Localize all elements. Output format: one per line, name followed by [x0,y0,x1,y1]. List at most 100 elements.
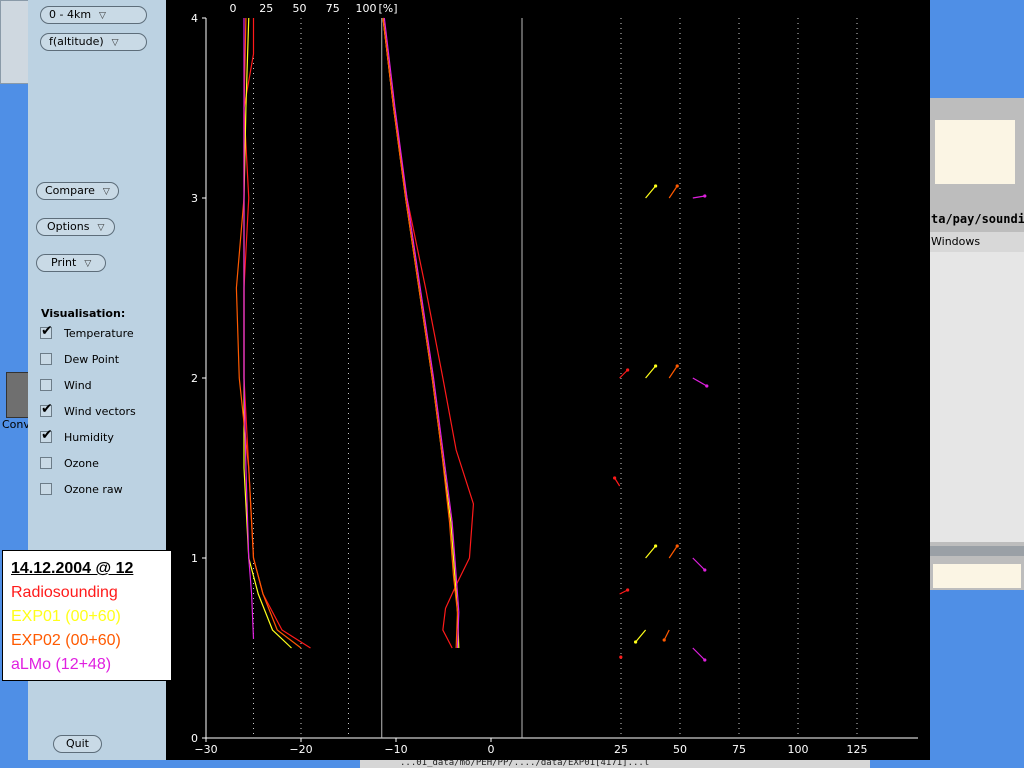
checkbox-box[interactable] [40,353,52,365]
humidity-tick-label: 50 [293,2,307,15]
checkbox-box[interactable]: ✔ [40,401,53,417]
wind-tick-label: 50 [673,743,687,756]
range-select[interactable]: 0 - 4km ▽ [40,6,147,24]
wind-vector-1-3 [645,185,657,199]
checkbox-ozone-raw[interactable]: Ozone raw [40,483,123,496]
compare-button[interactable]: Compare ▽ [36,182,119,200]
wind-vector-3-0 [692,647,706,661]
sounding-chart: 01234−30 −20 −10 00 25 50 75 100 [%]25 50 75 100 125 [191,2,918,756]
yaxis-select-value: f(altitude) [49,35,104,48]
wind-vector-2-1 [668,545,678,559]
background-window-topleft [0,0,30,84]
wind-vector-head-3-3 [703,194,707,198]
checkbox-box[interactable] [40,457,52,469]
humidity-tick-label: 25 [259,2,273,15]
checkbox-label: Dew Point [64,353,120,366]
yaxis-select[interactable]: f(altitude) ▽ [40,33,147,51]
checkbox-label: Ozone raw [64,483,123,496]
checkbox-box[interactable]: ✔ [40,323,53,339]
options-button[interactable]: Options ▽ [36,218,116,236]
background-window-scrollbar[interactable] [929,546,1024,556]
legend-entry-radiosounding: Radiosounding [11,584,118,601]
wind-vector-head-0-2 [613,476,617,480]
wind-tick-label: 125 [847,743,868,756]
wind-vector-2-2 [668,365,678,379]
plot-area: 0 1 2 3 4 −30 −20 −10 0 0 25 50 75 100 [%] 25 50 75 100 125 [166,0,928,760]
wind-vector-3-1 [692,557,706,571]
legend-entry-almo: aLMo (12+48) [11,656,112,673]
background-window-path: ta/pay/soundir [931,212,1024,226]
chevron-down-icon: ▽ [102,187,110,197]
legend-entry-exp02: EXP02 (00+60) [11,632,121,649]
legend: 14.12.2004 @ 12 Radiosounding EXP01 (00+… [2,550,172,681]
checkbox-label: Wind [64,379,92,392]
humidity-tick-label: 100 [356,2,377,15]
humidity-tick-label: 75 [326,2,340,15]
temperature-line-1 [243,17,292,649]
check-icon: ✔ [41,401,53,417]
y-tick-label: 4 [191,12,198,25]
background-window-field [933,564,1021,588]
wind-vector-head-1-0 [634,640,638,644]
wind-vector-head-3-0 [703,658,707,662]
wind-vector-1-2 [645,365,657,379]
wind-vector-head-0-3 [626,368,630,372]
wind-vector-head-0-0 [619,655,623,659]
background-window-menu[interactable]: Windows [929,232,1024,252]
checkbox-temperature[interactable]: ✔ Temperature [40,323,134,340]
compare-label: Compare [45,184,95,197]
temp-tick-label: −30 [194,743,217,756]
background-window-content [935,120,1015,184]
chevron-down-icon: ▽ [99,11,106,21]
visualisation-title: Visualisation: [41,307,126,320]
wind-vector-2-0 [663,629,670,641]
humidity-line-2 [382,17,459,649]
wind-tick-label: 75 [732,743,746,756]
checkbox-label: Humidity [64,431,114,444]
wind-vector-head-1-2 [654,364,658,368]
print-label: Print [51,256,77,269]
y-tick-label: 3 [191,192,198,205]
legend-date: 14.12.2004 @ 12 [11,560,134,577]
wind-vector-head-3-2 [705,384,709,388]
wind-vector-head-0-1 [626,588,630,592]
check-icon: ✔ [41,323,53,339]
wind-vector-2-3 [668,185,678,199]
background-window-body [929,252,1024,542]
print-button[interactable]: Print ▽ [36,254,107,272]
humidity-line-0 [382,17,475,649]
checkbox-humidity[interactable]: ✔ Humidity [40,427,114,444]
wind-vector-head-1-3 [654,184,658,188]
checkbox-wind-vectors[interactable]: ✔ Wind vectors [40,401,136,418]
checkbox-label: Wind vectors [64,405,136,418]
wind-vector-1-0 [635,629,647,643]
wind-vector-head-3-1 [703,568,707,572]
chevron-down-icon: ▽ [97,223,105,233]
humidity-unit-label: [%] [378,2,397,15]
checkbox-label: Ozone [64,457,99,470]
checkbox-wind[interactable]: Wind [40,379,92,392]
desktop-icon[interactable] [6,372,30,418]
humidity-tick-label: 0 [230,2,237,15]
checkbox-box[interactable] [40,483,52,495]
y-tick-label: 1 [191,552,198,565]
y-tick-label: 2 [191,372,198,385]
chevron-down-icon: ▽ [111,38,119,48]
checkbox-box[interactable] [40,379,52,391]
desktop-icon-label: Conv [2,418,30,431]
checkbox-ozone[interactable]: Ozone [40,457,99,470]
quit-button[interactable]: Quit [53,735,102,753]
range-select-value: 0 - 4km [49,8,92,21]
checkbox-box[interactable]: ✔ [40,427,53,443]
chevron-down-icon: ▽ [84,259,92,269]
legend-entry-exp01: EXP01 (00+60) [11,608,121,625]
wind-vector-head-2-2 [675,364,679,368]
wind-tick-label: 100 [788,743,809,756]
temp-tick-label: 0 [488,743,495,756]
wind-vector-head-1-1 [654,544,658,548]
temp-tick-label: −20 [289,743,312,756]
checkbox-dew-point[interactable]: Dew Point [40,353,119,366]
wind-tick-label: 25 [614,743,628,756]
background-window-right: ta/pay/soundir Windows [928,98,1024,590]
checkbox-label: Temperature [64,327,134,340]
